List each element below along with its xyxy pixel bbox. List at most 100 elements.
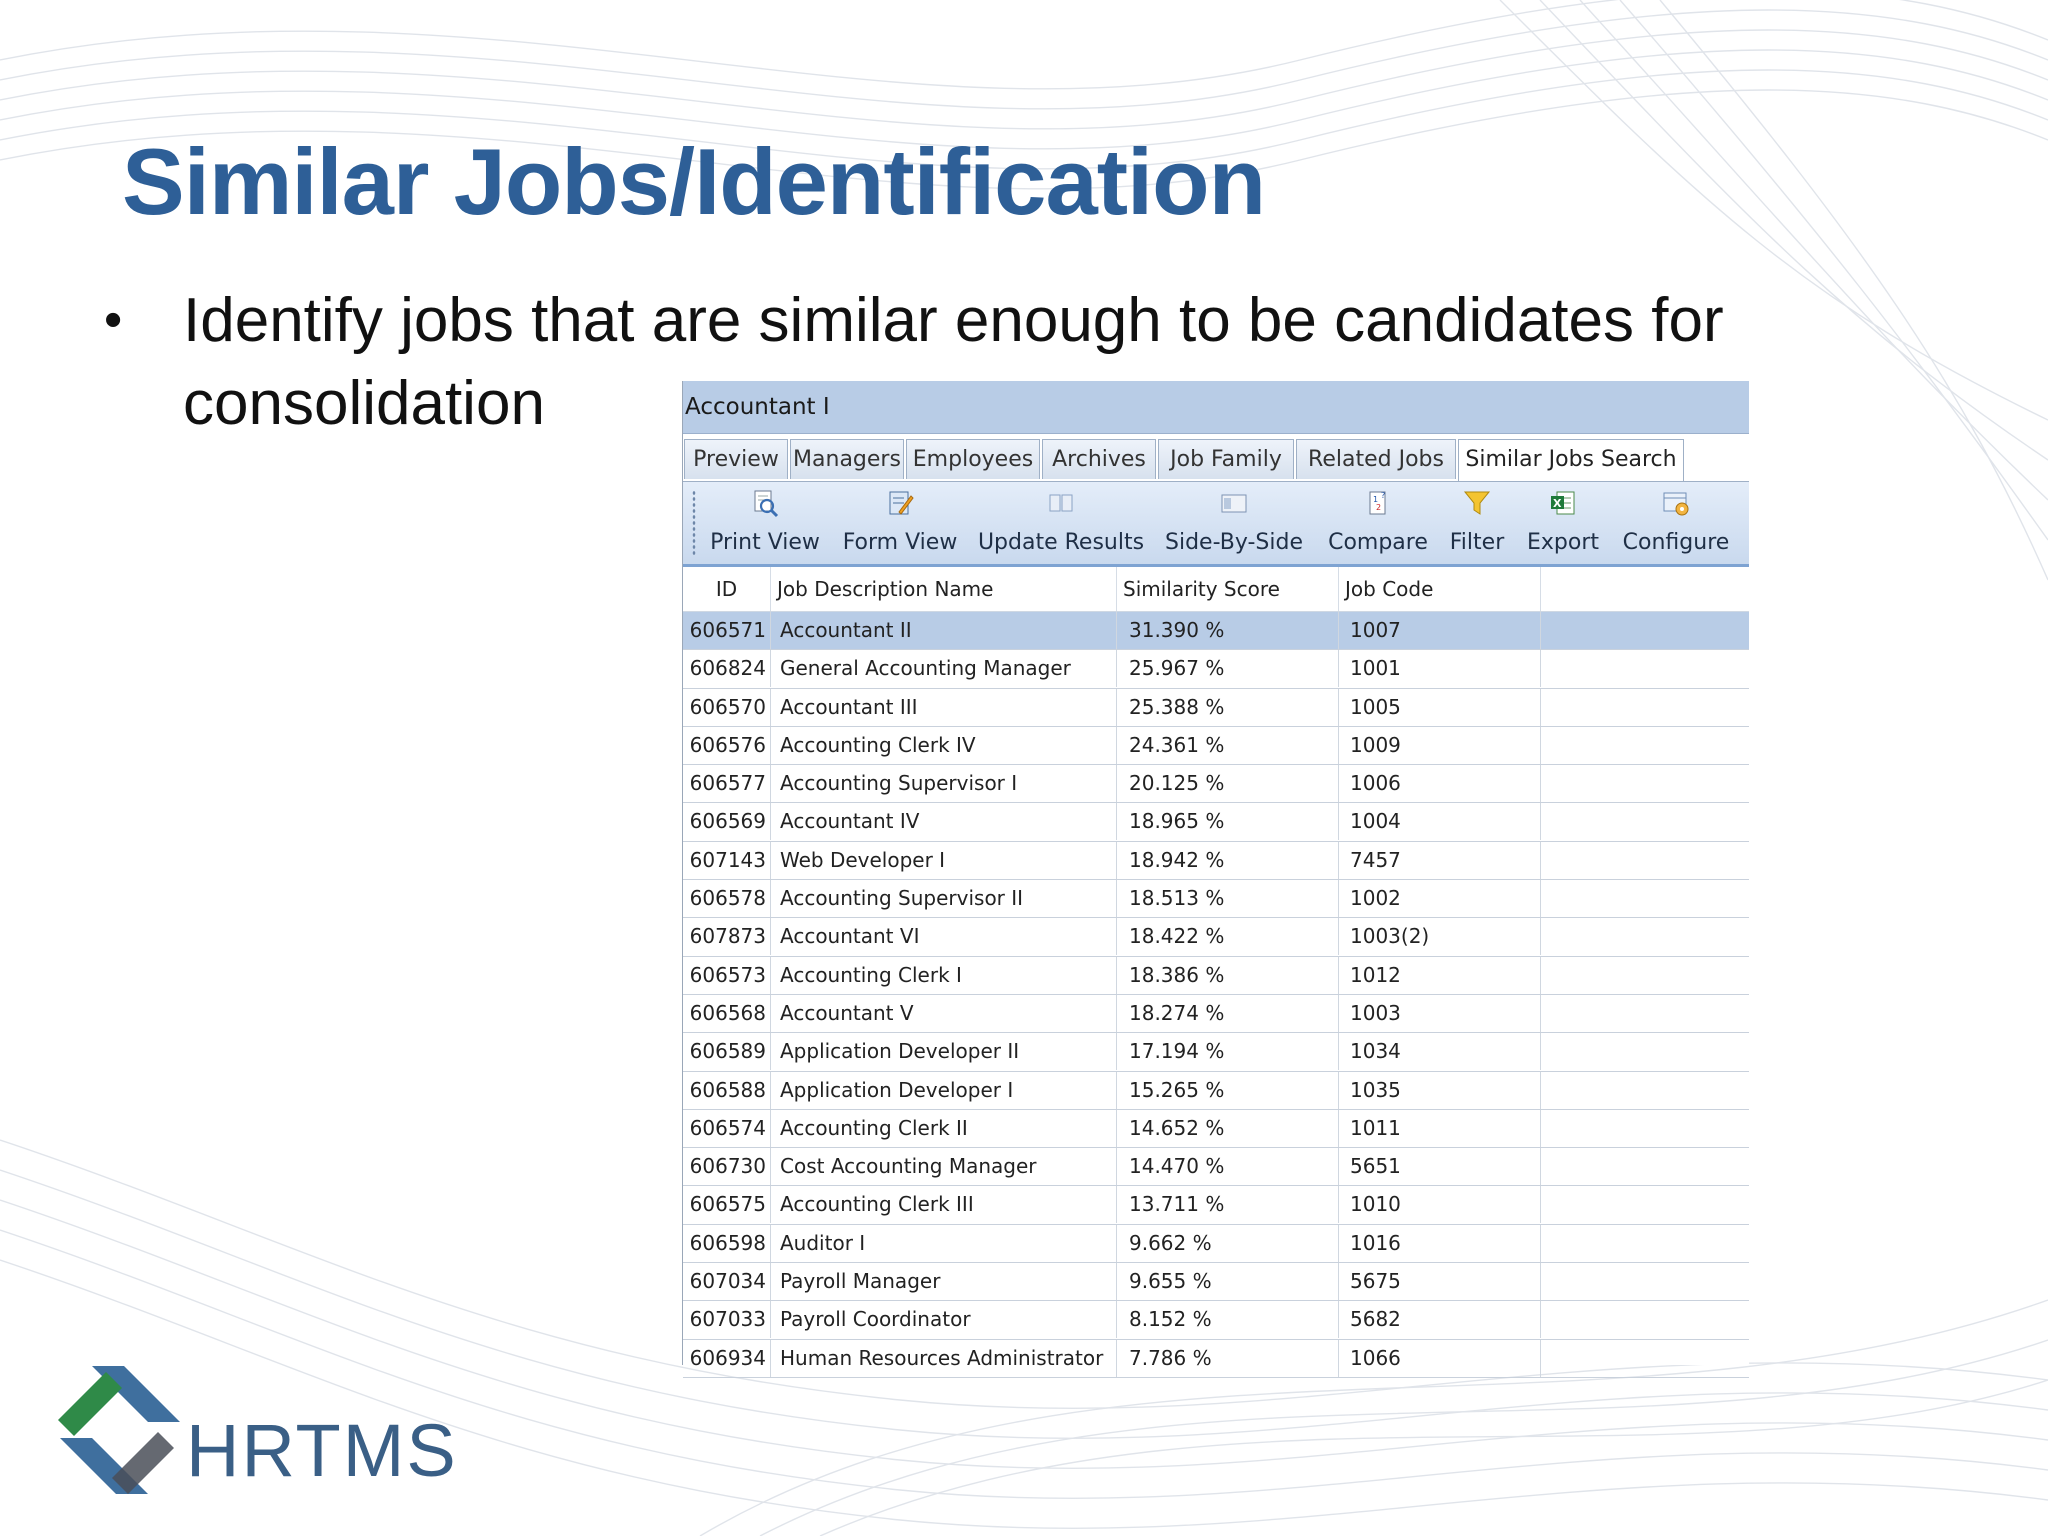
column-header-job-code[interactable]: Job Code [1339, 567, 1541, 611]
tab-managers[interactable]: Managers [790, 439, 904, 479]
table-row[interactable]: 606730 Cost Accounting Manager 14.470 % 565… [683, 1148, 1749, 1187]
cell-similarity-score: 24.361 % [1117, 726, 1339, 764]
column-header-job-description-name[interactable]: Job Description Name [771, 567, 1117, 611]
update-results-button[interactable]: Update Results [977, 488, 1145, 555]
cell-job-code: 5651 [1339, 1148, 1541, 1186]
table-row[interactable]: 606824 General Accounting Manager 25.967 %… [683, 650, 1749, 689]
table-row[interactable]: 606573 Accounting Clerk I 18.386 % 1012 [683, 956, 1749, 995]
cell-job-description-name: Accounting Clerk IV [771, 726, 1117, 764]
cell-empty [1541, 1033, 1749, 1070]
cell-id: 606934 [683, 1339, 771, 1377]
table-row[interactable]: 606576 Accounting Clerk IV 24.361 % 1009 [683, 726, 1749, 766]
cell-similarity-score: 14.652 % [1117, 1109, 1339, 1147]
table-row[interactable]: 606578 Accounting Supervisor II 18.513 % 10… [683, 880, 1749, 919]
table-row[interactable]: 607143 Web Developer I 18.942 % 7457 [683, 841, 1749, 881]
cell-similarity-score: 25.967 % [1117, 650, 1339, 688]
cell-job-description-name: Accounting Clerk III [771, 1186, 1117, 1224]
bullet-text-line-1: Identify jobs that are similar enough to… [183, 286, 1724, 355]
tab-preview[interactable]: Preview [684, 439, 788, 479]
cell-job-description-name: Auditor I [771, 1224, 1117, 1262]
filter-label: Filter [1449, 530, 1505, 555]
table-row[interactable]: 606571 Accountant II 31.390 % 1007 [683, 612, 1749, 651]
configure-button[interactable]: Configure [1617, 488, 1735, 555]
table-row[interactable]: 606569 Accountant IV 18.965 % 1004 [683, 803, 1749, 842]
table-row[interactable]: 606588 Application Developer I 15.265 % 103… [683, 1071, 1749, 1110]
cell-empty [1541, 650, 1749, 687]
cell-job-description-name: Human Resources Administrator [771, 1339, 1117, 1377]
table-row[interactable]: 606574 Accounting Clerk II 14.652 % 1011 [683, 1109, 1749, 1149]
svg-text:?: ? [1381, 491, 1385, 500]
cell-job-code: 1009 [1339, 726, 1541, 764]
logo-wordmark: HRTMS [186, 1409, 458, 1492]
cell-job-code: 1016 [1339, 1224, 1541, 1262]
filter-icon [1463, 491, 1491, 515]
update-results-label: Update Results [977, 530, 1145, 555]
table-row[interactable]: 607033 Payroll Coordinator 8.152 % 5682 [683, 1301, 1749, 1340]
tab-bar: Preview Managers Employees Archives Job … [683, 439, 1749, 481]
export-button[interactable]: X Export [1521, 488, 1605, 555]
table-row[interactable]: 606598 Auditor I 9.662 % 1016 [683, 1224, 1749, 1264]
job-similarity-window: Accountant I Preview Managers Employees … [682, 381, 1749, 1378]
configure-label: Configure [1622, 530, 1730, 555]
tab-similar-jobs-search[interactable]: Similar Jobs Search [1458, 439, 1684, 481]
cell-job-description-name: Application Developer II [771, 1033, 1117, 1071]
cell-job-description-name: Accountant V [771, 994, 1117, 1032]
column-header-id[interactable]: ID [683, 567, 771, 611]
tab-archives[interactable]: Archives [1042, 439, 1156, 479]
column-header-similarity-score[interactable]: Similarity Score [1117, 567, 1339, 611]
cell-job-code: 7457 [1339, 841, 1541, 879]
cell-empty [1541, 1072, 1749, 1109]
cell-job-description-name: Application Developer I [771, 1071, 1117, 1109]
print-view-button[interactable]: Print View [709, 488, 821, 555]
cell-id: 606578 [683, 880, 771, 918]
results-table-body: 606571 Accountant II 31.390 % 1007 606824 Gen… [683, 612, 1749, 1378]
toolbar-grip[interactable] [692, 490, 696, 556]
table-row[interactable]: 606589 Application Developer II 17.194 % 10… [683, 1033, 1749, 1072]
cell-job-description-name: Payroll Manager [771, 1263, 1117, 1301]
cell-id: 606568 [683, 994, 771, 1032]
filter-button[interactable]: Filter [1441, 488, 1513, 555]
cell-job-code: 1012 [1339, 956, 1541, 994]
cell-empty [1541, 1340, 1749, 1377]
cell-empty [1541, 1225, 1749, 1262]
cell-empty [1541, 1301, 1749, 1338]
tab-job-family[interactable]: Job Family [1158, 439, 1294, 479]
cell-job-code: 1002 [1339, 880, 1541, 918]
cell-job-description-name: Cost Accounting Manager [771, 1148, 1117, 1186]
cell-similarity-score: 9.655 % [1117, 1263, 1339, 1301]
cell-empty [1541, 765, 1749, 802]
tab-related-jobs[interactable]: Related Jobs [1296, 439, 1456, 479]
compare-label: Compare [1328, 530, 1428, 555]
cell-id: 606573 [683, 956, 771, 994]
cell-similarity-score: 25.388 % [1117, 688, 1339, 726]
cell-job-description-name: Accounting Clerk II [771, 1109, 1117, 1147]
table-row[interactable]: 607034 Payroll Manager 9.655 % 5675 [683, 1263, 1749, 1302]
table-row[interactable]: 606934 Human Resources Administrator 7.786… [683, 1339, 1749, 1378]
table-row[interactable]: 606570 Accountant III 25.388 % 1005 [683, 688, 1749, 727]
cell-empty [1541, 612, 1749, 649]
form-view-icon [889, 491, 914, 515]
cell-similarity-score: 18.513 % [1117, 880, 1339, 918]
cell-id: 606576 [683, 726, 771, 764]
cell-id: 606730 [683, 1148, 771, 1186]
cell-empty [1541, 842, 1749, 879]
cell-empty [1541, 1148, 1749, 1185]
cell-empty [1541, 803, 1749, 840]
table-row[interactable]: 606568 Accountant V 18.274 % 1003 [683, 994, 1749, 1034]
cell-job-description-name: Accountant VI [771, 918, 1117, 956]
table-row[interactable]: 607873 Accountant VI 18.422 % 1003(2) [683, 918, 1749, 957]
cell-job-code: 1004 [1339, 803, 1541, 841]
table-row[interactable]: 606575 Accounting Clerk III 13.711 % 1010 [683, 1186, 1749, 1225]
table-row[interactable]: 606577 Accounting Supervisor I 20.125 % 100… [683, 765, 1749, 804]
svg-text:2: 2 [1376, 503, 1381, 512]
side-by-side-icon [1221, 494, 1247, 513]
cell-job-code: 1034 [1339, 1033, 1541, 1071]
table-header: ID Job Description Name Similarity Score… [683, 567, 1749, 612]
tab-employees[interactable]: Employees [906, 439, 1040, 479]
form-view-button[interactable]: Form View [841, 488, 959, 555]
side-by-side-button[interactable]: Side-By-Side [1163, 488, 1305, 555]
compare-button[interactable]: 1 2 ? Compare [1323, 488, 1433, 555]
window-header: Accountant I [683, 381, 1749, 434]
cell-similarity-score: 18.422 % [1117, 918, 1339, 956]
cell-similarity-score: 14.470 % [1117, 1148, 1339, 1186]
